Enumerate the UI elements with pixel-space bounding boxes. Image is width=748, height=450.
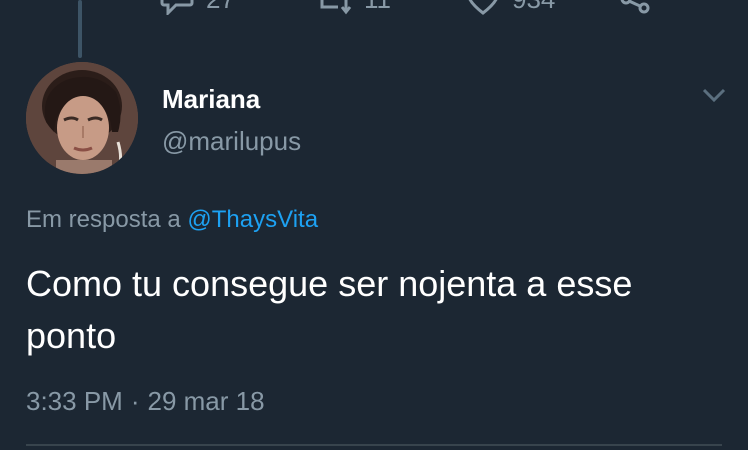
reply-context: Em resposta a @ThaysVita <box>26 206 318 234</box>
reply-icon <box>160 0 194 15</box>
retweet-action[interactable]: 11 <box>316 0 391 15</box>
retweet-icon <box>316 0 352 15</box>
heart-icon <box>466 0 500 15</box>
tweet-time: 3:33 PM <box>26 386 123 416</box>
chevron-down-icon <box>700 88 728 108</box>
reply-mention-link[interactable]: @ThaysVita <box>187 206 318 233</box>
previous-tweet-action-bar: 27 11 934 <box>0 0 748 15</box>
retweet-count: 11 <box>364 0 391 15</box>
reply-action[interactable]: 27 <box>160 0 235 15</box>
share-icon <box>618 0 652 14</box>
date-separator: · <box>130 386 140 416</box>
avatar-photo <box>26 62 138 174</box>
display-name[interactable]: Mariana <box>162 84 260 115</box>
share-action[interactable] <box>618 0 652 14</box>
user-handle[interactable]: @marilupus <box>162 126 301 157</box>
like-count: 934 <box>512 0 555 15</box>
tweet-date: 29 mar 18 <box>147 386 265 416</box>
avatar[interactable] <box>26 62 138 174</box>
more-options-button[interactable] <box>700 86 728 109</box>
like-action[interactable]: 934 <box>466 0 555 15</box>
tweet-timestamp[interactable]: 3:33 PM · 29 mar 18 <box>26 386 265 417</box>
reply-prefix-label: Em resposta a <box>26 206 181 233</box>
tweet-text: Como tu consegue ser nojenta a esse pont… <box>26 263 633 356</box>
reply-count: 27 <box>206 0 235 15</box>
divider <box>26 444 722 446</box>
